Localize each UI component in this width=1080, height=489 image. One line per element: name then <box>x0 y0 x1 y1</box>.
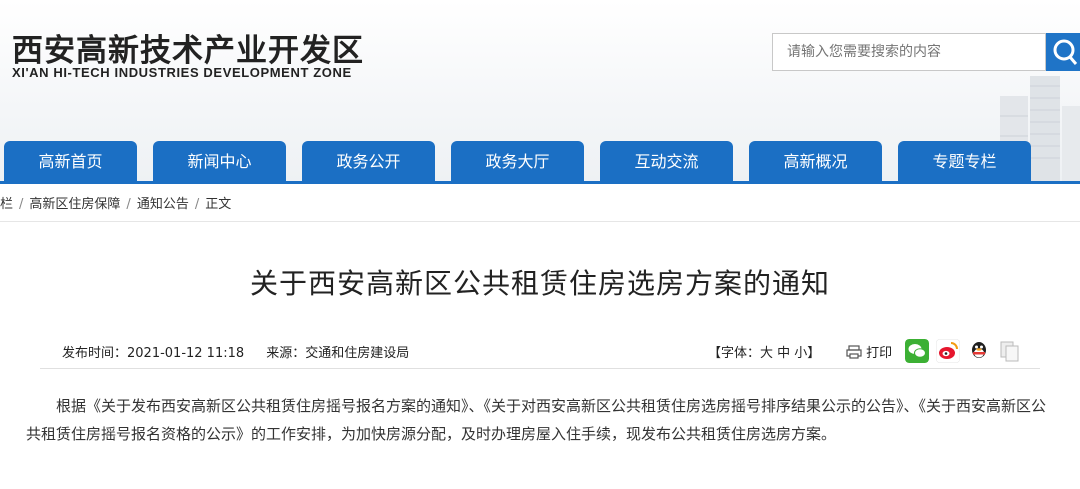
nav-underline <box>0 181 1080 184</box>
nav-item-home[interactable]: 高新首页 <box>4 141 137 183</box>
breadcrumb-separator: / <box>19 197 24 212</box>
site-logo-chinese[interactable]: 西安高新技术产业开发区 <box>12 25 364 70</box>
printer-icon <box>846 345 862 359</box>
nav-item-overview[interactable]: 高新概况 <box>749 141 882 183</box>
breadcrumb-separator: / <box>126 197 131 212</box>
breadcrumb-current: 正文 <box>205 197 232 212</box>
article-body: 根据《关于发布西安高新区公共租赁住房摇号报名方案的通知》、《关于对西安高新区公共… <box>26 397 1047 443</box>
site-logo-english: XI'AN HI-TECH INDUSTRIES DEVELOPMENT ZON… <box>12 65 352 80</box>
article-meta: 发布时间：2021-01-12 11:18 来源：交通和住房建设局 <box>62 342 427 361</box>
nav-item-news[interactable]: 新闻中心 <box>153 141 286 183</box>
meta-divider <box>40 368 1040 369</box>
nav-item-topics[interactable]: 专题专栏 <box>898 141 1031 183</box>
publish-time: 发布时间：2021-01-12 11:18 <box>62 346 245 361</box>
main-nav: 高新首页 新闻中心 政务公开 政务大厅 互动交流 高新概况 专题专栏 <box>0 141 1080 183</box>
breadcrumb-item[interactable]: 高新区住房保障 <box>29 193 120 212</box>
article-title: 关于西安高新区公共租赁住房选房方案的通知 <box>249 267 830 300</box>
article-source: 来源：交通和住房建设局 <box>266 346 410 361</box>
search-input[interactable] <box>772 33 1046 71</box>
nav-item-gov-affairs[interactable]: 政务公开 <box>302 141 435 183</box>
breadcrumb-divider <box>0 221 1080 222</box>
copy-icon[interactable] <box>997 339 1021 363</box>
search-button[interactable] <box>1046 33 1080 71</box>
print-button[interactable]: 打印 <box>846 342 892 361</box>
wechat-icon[interactable] <box>905 339 929 363</box>
breadcrumb-item[interactable]: 栏 <box>0 193 13 212</box>
site-header: 西安高新技术产业开发区 XI'AN HI-TECH INDUSTRIES DEV… <box>0 0 1080 183</box>
qq-icon[interactable] <box>967 339 991 363</box>
print-label: 打印 <box>866 346 893 361</box>
nav-item-service-hall[interactable]: 政务大厅 <box>451 141 584 183</box>
breadcrumb: 栏 / 高新区住房保障 / 通知公告 / 正文 <box>0 193 231 213</box>
breadcrumb-item[interactable]: 通知公告 <box>137 193 189 212</box>
nav-item-interaction[interactable]: 互动交流 <box>600 141 733 183</box>
breadcrumb-separator: / <box>194 197 200 212</box>
weibo-icon[interactable] <box>936 339 960 363</box>
font-size-switcher[interactable]: 【字体：大 中 小】 <box>708 342 820 361</box>
search-icon <box>1053 39 1078 65</box>
